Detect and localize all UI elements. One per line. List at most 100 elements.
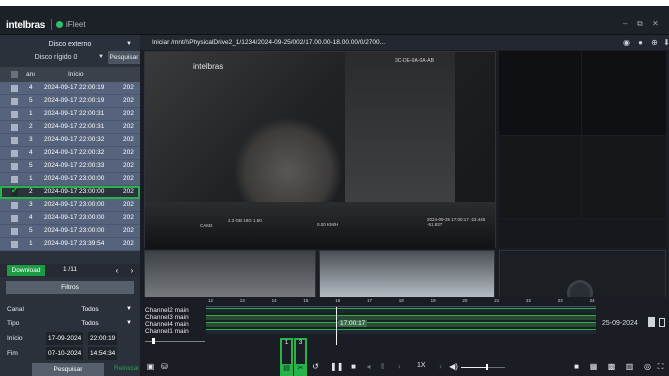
camera-icon[interactable]: ◉: [622, 38, 631, 47]
row-checkbox[interactable]: [11, 202, 18, 209]
table-row[interactable]: 2 2024-09-17 23:00:00 202: [0, 186, 140, 199]
zoom-icon[interactable]: ⊕: [650, 38, 659, 47]
app-window: intelbras iFleet – ⧉ ✕ Disco externo ▼ D…: [0, 0, 669, 376]
slower-icon[interactable]: ‹: [395, 361, 404, 372]
download-icon[interactable]: ⬇: [662, 38, 669, 47]
end-cell: 202: [123, 110, 134, 117]
timeline-lane[interactable]: [206, 329, 596, 334]
timeline-lane[interactable]: [206, 315, 596, 320]
download-button[interactable]: Download: [7, 265, 45, 276]
table-row[interactable]: 1 2024-09-17 22:00:31 202: [0, 108, 140, 121]
layout-9-icon[interactable]: ▩: [607, 361, 616, 372]
table-row[interactable]: 2 2024-09-17 22:00:31 202: [0, 121, 140, 134]
restore-button[interactable]: ⧉: [637, 19, 643, 29]
table-row[interactable]: 1 2024-09-17 23:00:00 202: [0, 173, 140, 186]
next-page-button[interactable]: ›: [127, 265, 137, 276]
device-select[interactable]: Disco rígido 0 ▼: [6, 52, 106, 63]
pause-icon[interactable]: ❚❚: [330, 361, 343, 372]
main-video-tile[interactable]: intelbras 3C-DE-0A-0A-AB CAM2 2.3 GB 19G…: [144, 51, 496, 249]
start-cell: 2024-09-17 22:00:19: [44, 84, 105, 91]
row-checkbox[interactable]: [11, 98, 18, 105]
table-row[interactable]: 3 2024-09-17 22:00:32 202: [0, 134, 140, 147]
chevron-down-icon: ▼: [98, 54, 104, 60]
timeline-lane[interactable]: [206, 322, 596, 327]
row-checkbox[interactable]: [11, 137, 18, 144]
stop-icon[interactable]: ■: [349, 361, 358, 372]
record-icon[interactable]: ●: [636, 38, 645, 47]
faster-icon[interactable]: ›: [436, 361, 445, 372]
row-checkbox[interactable]: [11, 163, 18, 170]
video-tile-6[interactable]: [499, 219, 666, 248]
layout-16-icon[interactable]: ▥: [625, 361, 634, 372]
video-tile-5[interactable]: [582, 136, 666, 218]
reset-button[interactable]: Reinicial: [114, 365, 139, 372]
row-checkbox[interactable]: [11, 124, 18, 131]
end-cell: 202: [123, 123, 134, 130]
canal-select[interactable]: Todos ▼: [46, 303, 134, 316]
fim-label: Fim: [7, 350, 18, 357]
end-cell: 202: [123, 97, 134, 104]
channel-cell: 5: [29, 97, 33, 104]
select-all-checkbox[interactable]: [11, 71, 18, 78]
table-row[interactable]: 5 2024-09-17 22:00:33 202: [0, 160, 140, 173]
table-row[interactable]: 3 2024-09-17 23:00:00 202: [0, 199, 140, 212]
cut-icon[interactable]: ✂: [295, 364, 306, 374]
table-row[interactable]: 4 2024-09-17 22:00:19 202: [0, 82, 140, 95]
table-row[interactable]: 1 2024-09-17 23:39:54 202: [0, 238, 140, 251]
channel-cell: 4: [29, 84, 33, 91]
clip-icon[interactable]: ⛁: [160, 361, 169, 372]
record-search-panel: Disco externo ▼ Disco rígido 0 ▼ Pesquis…: [0, 35, 162, 376]
table-row[interactable]: 5 2024-09-17 22:00:19 202: [0, 95, 140, 108]
row-checkbox[interactable]: [11, 111, 18, 118]
row-checkbox[interactable]: [11, 85, 18, 92]
row-checkbox[interactable]: [11, 228, 18, 235]
zoom-handle[interactable]: [152, 338, 155, 344]
scene-person: [233, 117, 343, 207]
row-checkbox[interactable]: [11, 176, 18, 183]
chevron-down-icon: ▼: [126, 306, 132, 312]
tipo-select[interactable]: Todos ▼: [46, 317, 134, 330]
timeline[interactable]: 12 13 14 15 16 17 18 19 20 21 22 23 24 Channel2 main…: [140, 297, 669, 349]
save-clip-icon[interactable]: ▤: [281, 364, 292, 374]
prev-page-button[interactable]: ‹: [112, 265, 122, 276]
filters-toggle[interactable]: Filtros: [6, 281, 134, 294]
rewind-icon[interactable]: ↺: [311, 361, 320, 372]
page-indicator: 1 /11: [63, 266, 77, 273]
minimize-button[interactable]: –: [623, 19, 627, 28]
row-checkbox[interactable]: [11, 241, 18, 248]
layout-1-icon[interactable]: ■: [572, 361, 581, 372]
time-tick: 18: [398, 298, 404, 303]
timeline-lane[interactable]: [206, 308, 596, 313]
prev-frame-icon[interactable]: ◂: [364, 361, 373, 372]
table-row[interactable]: 4 2024-09-17 23:00:00 202: [0, 212, 140, 225]
snapshot-icon[interactable]: ▣: [146, 361, 155, 372]
row-checkbox[interactable]: [11, 215, 18, 222]
tipo-value: Todos: [81, 320, 99, 327]
calendar-icon[interactable]: [648, 317, 655, 327]
timeline-settings-icon[interactable]: [659, 318, 665, 327]
fit-icon[interactable]: ◎: [643, 361, 652, 372]
layout-4-icon[interactable]: ▦: [589, 361, 598, 372]
fim-date-input[interactable]: 07-10-2024: [46, 347, 84, 360]
video-tile-2[interactable]: [499, 51, 581, 135]
filter-search-button[interactable]: Pesquisar: [32, 363, 104, 376]
table-row[interactable]: 5 2024-09-17 23:00:00 202: [0, 225, 140, 238]
inicio-time-input[interactable]: 22:00:19: [88, 332, 118, 345]
table-row[interactable]: 4 2024-09-17 22:00:32 202: [0, 147, 140, 160]
source-select[interactable]: Disco externo ▼: [6, 39, 134, 50]
row-checkbox[interactable]: [11, 186, 18, 196]
inicio-date-input[interactable]: 17-09-2024: [46, 332, 84, 345]
time-tick: 20: [462, 298, 468, 303]
step-back-icon[interactable]: ‖: [378, 361, 387, 372]
product-name: iFleet: [66, 20, 86, 29]
playhead[interactable]: [336, 307, 337, 345]
close-button[interactable]: ✕: [652, 19, 659, 28]
video-tile-3[interactable]: [582, 51, 666, 135]
row-checkbox[interactable]: [11, 150, 18, 157]
fullscreen-icon[interactable]: ⛶: [656, 361, 665, 372]
search-button[interactable]: Pesquisar: [108, 51, 140, 64]
fim-time-input[interactable]: 14:54:34: [88, 347, 118, 360]
volume-icon[interactable]: ◀): [449, 361, 458, 372]
video-tile-4[interactable]: [499, 136, 581, 218]
volume-handle[interactable]: [486, 364, 488, 370]
